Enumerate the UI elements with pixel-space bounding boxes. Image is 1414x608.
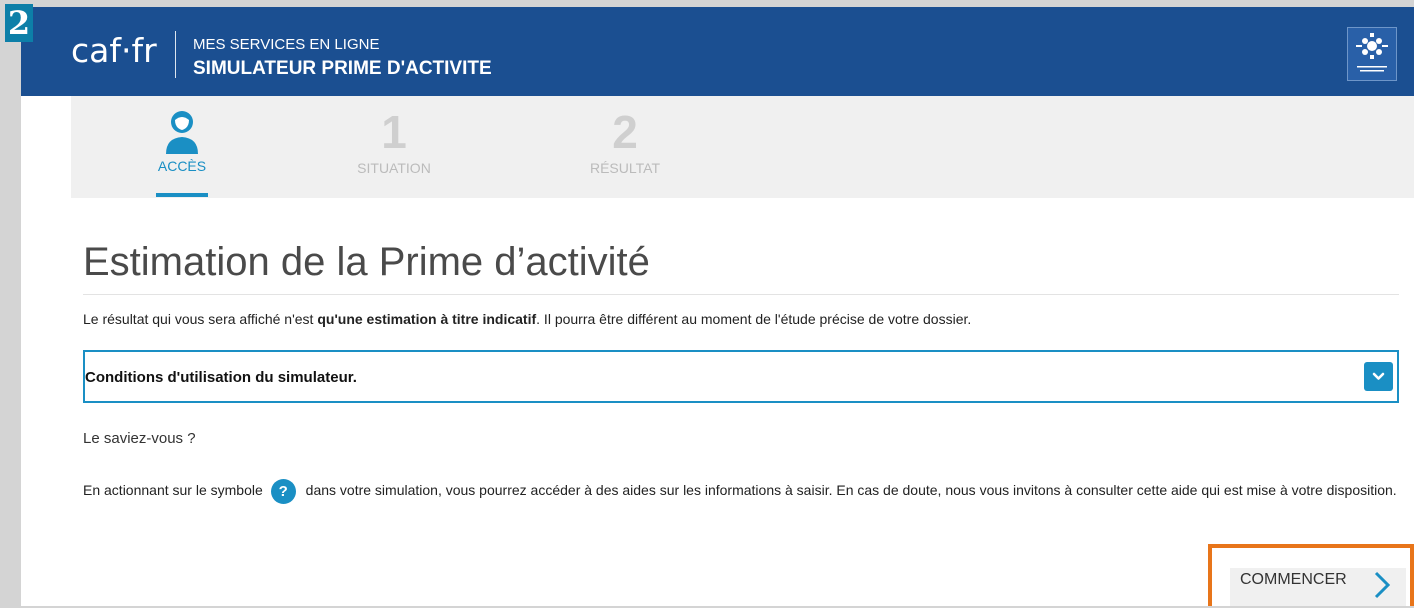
intro-text-bold: qu'une estimation à titre indicatif [317,311,537,327]
accordion-label: Conditions d'utilisation du simulateur. [85,369,357,386]
step-label: SITUATION [357,160,431,176]
intro-text-start: Le résultat qui vous sera affiché n'est [83,311,318,327]
help-paragraph: En actionnant sur le symbole ? dans votre… [83,472,1403,508]
step-acces[interactable]: ACCÈS [139,96,225,197]
frame-top [0,0,1414,7]
active-step-underline [156,193,208,197]
frame-left [0,0,21,608]
intro-text: Le résultat qui vous sera affiché n'est … [83,311,971,327]
title-divider [83,294,1399,295]
user-icon [162,108,202,156]
start-button[interactable]: COMMENCER [1230,568,1406,608]
help-icon: ? [270,478,296,504]
page-title: Estimation de la Prime d’activité [83,240,650,284]
help-text-start: En actionnant sur le symbole [83,482,263,498]
step-badge: 2 [5,4,33,42]
caf-emblem-icon [1347,27,1397,81]
step-number: 1 [381,106,407,158]
chevron-down-icon [1372,372,1385,380]
step-label: ACCÈS [157,158,207,174]
step-number: 2 [612,106,638,158]
step-resultat[interactable]: 2 RÉSULTAT [570,96,680,176]
chevron-right-icon [1374,571,1391,599]
caf-logo[interactable]: caf·fr [71,31,157,70]
step-label: RÉSULTAT [589,160,660,176]
accordion-toggle-button[interactable] [1364,362,1393,391]
header-title: SIMULATEUR PRIME D'ACTIVITE [193,58,492,79]
intro-text-end: . Il pourra être différent au moment de … [536,311,972,327]
did-you-know-heading: Le saviez-vous ? [83,430,196,447]
start-button-label: COMMENCER [1240,571,1347,588]
help-text-end: dans votre simulation, vous pourrez accé… [305,482,1397,498]
steps-bar: ACCÈS 1 SITUATION 2 RÉSULTAT [71,96,1414,198]
step-situation[interactable]: 1 SITUATION [344,96,444,176]
site-header: caf·fr MES SERVICES EN LIGNE SIMULATEUR … [21,7,1414,96]
header-subtitle: MES SERVICES EN LIGNE [193,36,380,53]
conditions-accordion[interactable]: Conditions d'utilisation du simulateur. [83,350,1399,403]
logo-separator [175,31,176,78]
